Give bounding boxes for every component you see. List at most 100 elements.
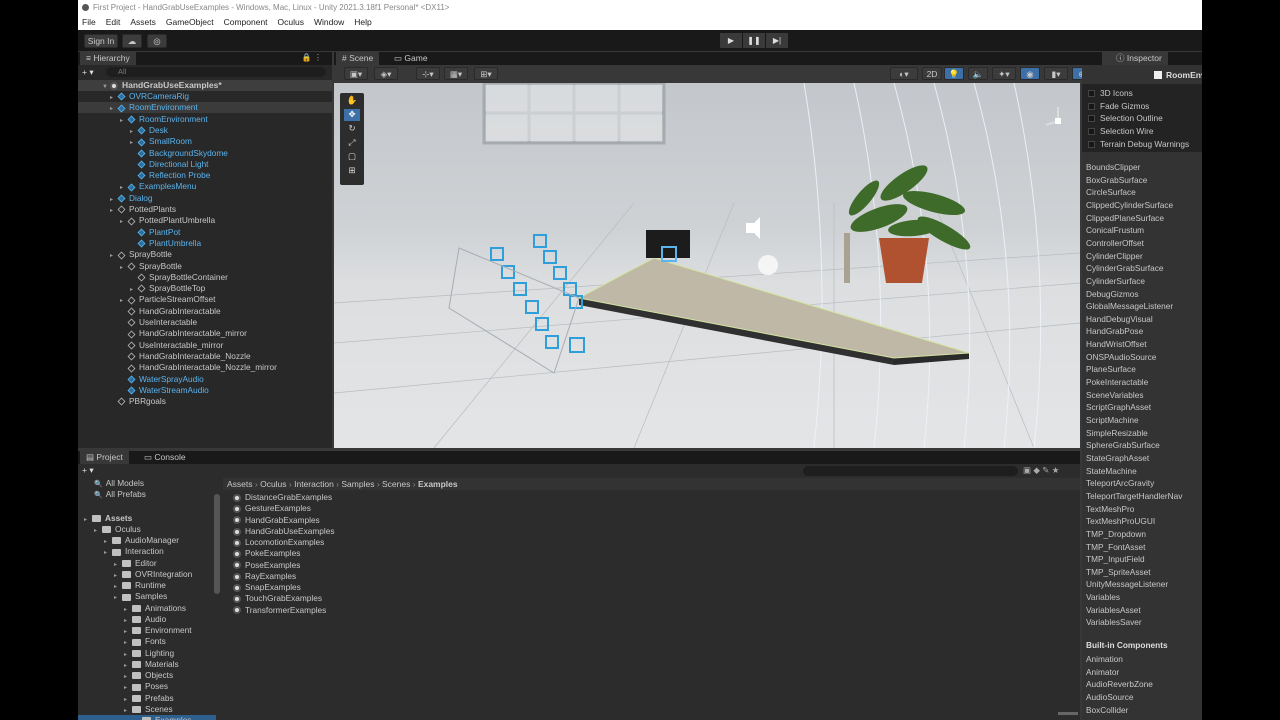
expand-arrow-icon[interactable]: ▸ xyxy=(120,116,128,127)
component-option[interactable]: ScriptGraphAsset xyxy=(1086,401,1151,414)
scene-file-item[interactable]: DistanceGrabExamples xyxy=(233,492,332,503)
component-option[interactable]: BoundsClipper xyxy=(1086,161,1140,174)
gizmo-checkbox[interactable] xyxy=(1088,140,1095,148)
expand-arrow-icon[interactable]: ▸ xyxy=(120,263,128,274)
component-option[interactable]: SphereGrabSurface xyxy=(1086,439,1160,452)
move-tool-icon[interactable]: ✥ xyxy=(344,109,360,121)
scene-file-item[interactable]: SnapExamples xyxy=(233,582,301,593)
component-option[interactable]: VariablesAsset xyxy=(1086,604,1141,617)
component-option[interactable]: PlaneSurface xyxy=(1086,363,1136,376)
component-option[interactable]: HandGrabPose xyxy=(1086,325,1143,338)
create-asset-icon[interactable]: + ▾ xyxy=(82,465,94,476)
hidden-objects-icon[interactable]: ◉ xyxy=(1020,67,1040,80)
breadcrumb-item[interactable]: Interaction xyxy=(294,479,334,489)
breadcrumb-item[interactable]: Scenes xyxy=(382,479,410,489)
lock-icon[interactable]: 🔒 ⋮ xyxy=(302,53,322,62)
component-option[interactable]: SceneVariables xyxy=(1086,389,1144,402)
hierarchy-item[interactable]: ▸ RoomEnvironment xyxy=(120,114,208,125)
hierarchy-item[interactable]: ▸ SprayBottle xyxy=(110,249,172,260)
gizmo-menu-item[interactable]: Fade Gizmos xyxy=(1100,100,1149,113)
project-tree-item[interactable]: ▸ Audio xyxy=(124,614,166,625)
project-tree-item[interactable]: ▸ Oculus xyxy=(94,524,141,535)
menu-file[interactable]: File xyxy=(82,15,96,30)
component-option[interactable]: ScriptMachine xyxy=(1086,414,1139,427)
menu-assets[interactable]: Assets xyxy=(130,15,156,30)
scene-file-item[interactable]: LocomotionExamples xyxy=(233,537,324,548)
hierarchy-item[interactable]: WaterStreamAudio xyxy=(120,385,209,396)
hierarchy-item[interactable]: ▸ SmallRoom xyxy=(130,136,192,147)
hierarchy-item[interactable]: HandGrabInteractable_Nozzle xyxy=(120,351,251,362)
component-option[interactable]: TextMeshPro xyxy=(1086,503,1134,516)
project-search-input[interactable] xyxy=(803,466,1018,476)
component-option[interactable]: BoxGrabSurface xyxy=(1086,174,1147,187)
lighting-toggle-icon[interactable]: 💡 xyxy=(944,67,964,80)
gizmo-menu-item[interactable]: Terrain Debug Warnings xyxy=(1100,138,1189,151)
rect-tool-icon[interactable]: ▢ xyxy=(344,151,360,163)
breadcrumb-item[interactable]: Examples xyxy=(418,479,458,489)
render-mode-dropdown[interactable]: ◈▾ xyxy=(374,67,398,80)
component-option[interactable]: TeleportArcGravity xyxy=(1086,477,1154,490)
tab-hierarchy[interactable]: ≡ Hierarchy xyxy=(80,52,136,65)
menu-window[interactable]: Window xyxy=(314,15,344,30)
hierarchy-item[interactable]: ▸ ExamplesMenu xyxy=(120,181,196,192)
hierarchy-item[interactable]: WaterSprayAudio xyxy=(120,374,204,385)
project-tree-item[interactable]: ▸ OVRIntegration xyxy=(114,569,192,580)
play-button[interactable]: ▶ xyxy=(720,33,742,48)
project-tree-item[interactable]: ▸ Runtime xyxy=(114,580,166,591)
component-option[interactable]: PokeInteractable xyxy=(1086,376,1148,389)
expand-arrow-icon[interactable]: ▸ xyxy=(110,206,118,217)
expand-arrow-icon[interactable]: ▸ xyxy=(110,251,118,262)
hierarchy-item[interactable]: ▸ SprayBottle xyxy=(120,261,182,272)
hierarchy-item[interactable]: BackgroundSkydome xyxy=(130,148,228,159)
collab-icon[interactable]: ◎ xyxy=(147,34,167,48)
hierarchy-search-input[interactable]: All xyxy=(106,67,326,77)
hierarchy-item[interactable]: HandGrabInteractable_Nozzle_mirror xyxy=(120,362,277,373)
hierarchy-item[interactable]: ▸ Desk xyxy=(130,125,168,136)
expand-arrow-icon[interactable]: ▸ xyxy=(110,104,118,115)
component-option[interactable]: ONSPAudioSource xyxy=(1086,351,1156,364)
hierarchy-item[interactable]: PBRgoals xyxy=(110,396,166,407)
scale-tool-icon[interactable]: ⤢ xyxy=(344,137,360,149)
menu-component[interactable]: Component xyxy=(224,15,268,30)
project-tree-item[interactable]: ▸ Objects xyxy=(124,670,173,681)
component-option[interactable]: SimpleResizable xyxy=(1086,427,1148,440)
component-option[interactable]: BoxCollider xyxy=(1086,704,1128,717)
step-button[interactable]: ▶| xyxy=(766,33,788,48)
project-tree-item[interactable]: ▸ Scenes xyxy=(124,704,173,715)
breadcrumb-item[interactable]: Oculus xyxy=(260,479,286,489)
component-option[interactable]: ClippedCylinderSurface xyxy=(1086,199,1173,212)
cloud-icon[interactable]: ☁ xyxy=(122,34,142,48)
scene-file-item[interactable]: HandGrabUseExamples xyxy=(233,526,334,537)
tree-scrollbar[interactable] xyxy=(214,494,220,594)
zoom-slider[interactable] xyxy=(1058,712,1078,715)
tab-console[interactable]: ▭ Console xyxy=(138,451,192,464)
component-option[interactable]: ControllerOffset xyxy=(1086,237,1144,250)
hierarchy-item[interactable]: ▸ RoomEnvironment xyxy=(78,102,332,115)
pause-button[interactable]: ❚❚ xyxy=(743,33,765,48)
tab-project[interactable]: ▤ Project xyxy=(80,451,129,464)
component-option[interactable]: UnityMessageListener xyxy=(1086,578,1168,591)
breadcrumb-item[interactable]: Samples xyxy=(341,479,374,489)
project-tree-item[interactable]: 🔍 All Prefabs xyxy=(94,489,146,500)
component-option[interactable]: Animation xyxy=(1086,653,1123,666)
project-tree-item[interactable]: ▸Examples xyxy=(78,715,216,720)
hierarchy-item[interactable]: ▸ OVRCameraRig xyxy=(110,91,189,102)
project-tree-item[interactable]: ▸ Prefabs xyxy=(124,693,174,704)
gizmo-checkbox[interactable] xyxy=(1088,128,1095,136)
project-tree-item[interactable]: ▸ Environment xyxy=(124,625,192,636)
menu-oculus[interactable]: Oculus xyxy=(278,15,304,30)
draw-mode-dropdown[interactable]: ▣▾ xyxy=(344,67,368,80)
project-tree-item[interactable]: ▸ Fonts xyxy=(124,636,166,647)
component-option[interactable]: GlobalMessageListener xyxy=(1086,300,1173,313)
component-option[interactable]: CylinderGrabSurface xyxy=(1086,262,1163,275)
effects-toggle-icon[interactable]: ✦▾ xyxy=(992,67,1016,80)
pivot-toggle[interactable]: ⊹▾ xyxy=(416,67,440,80)
tab-game[interactable]: ▭ Game xyxy=(388,52,434,65)
hierarchy-item[interactable]: UseInteractable_mirror xyxy=(120,340,223,351)
grid-snap-toggle[interactable]: ▦▾ xyxy=(444,67,468,80)
transform-tool-icon[interactable]: ⊞ xyxy=(344,165,360,177)
increment-snap-toggle[interactable]: ⊞▾ xyxy=(474,67,498,80)
project-tree-item[interactable]: ▸ AudioManager xyxy=(104,535,179,546)
add-icon[interactable]: + ▾ xyxy=(82,67,94,78)
hand-tool-icon[interactable]: ✋ xyxy=(344,95,360,107)
